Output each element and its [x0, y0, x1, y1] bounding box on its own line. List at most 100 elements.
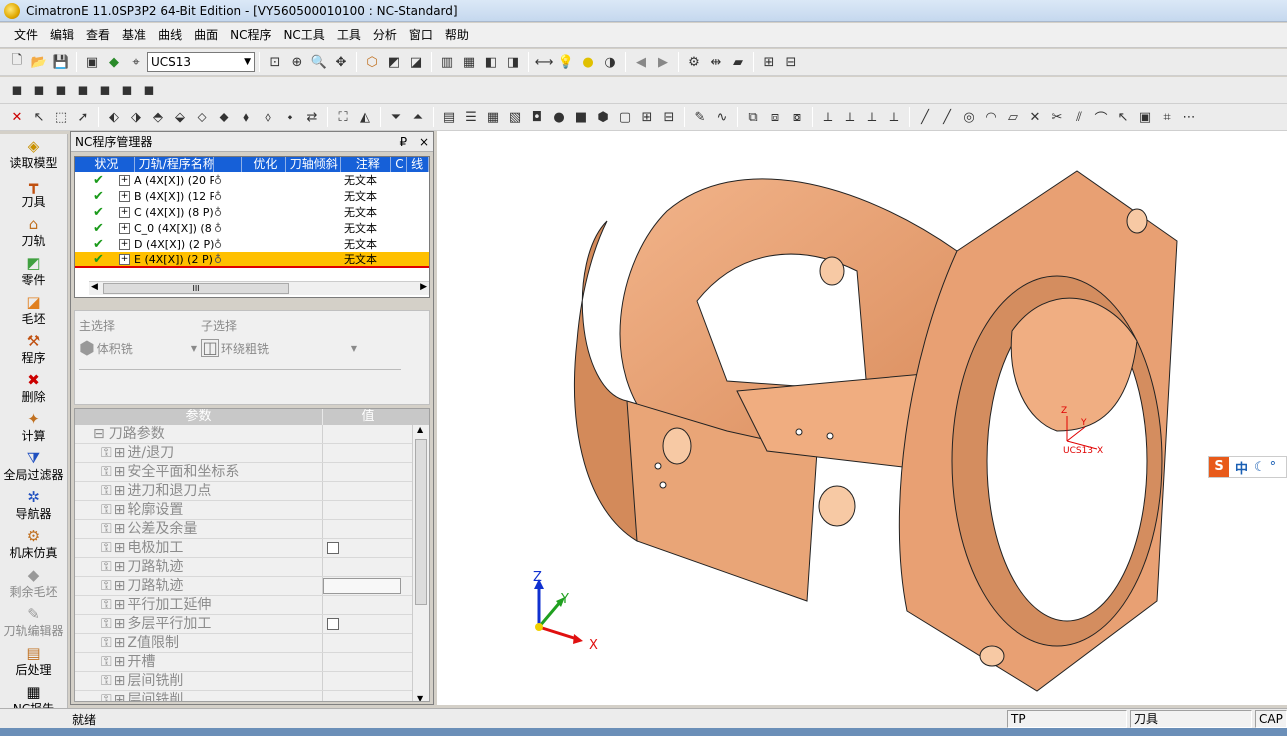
expand-icon[interactable]: +	[119, 253, 130, 265]
more-icon[interactable]: ⋯	[1179, 107, 1199, 127]
dimension-icon[interactable]: ⇹	[706, 52, 726, 72]
cube-right-icon[interactable]: ◼	[73, 80, 93, 100]
zoom-fit-icon[interactable]: ⊡	[265, 52, 285, 72]
cross-icon[interactable]: ✕	[1025, 107, 1045, 127]
expand-icon[interactable]: ⊞	[114, 635, 126, 651]
menu-analysis[interactable]: 分析	[367, 24, 403, 46]
grid-icon[interactable]: ⊞	[637, 107, 657, 127]
expand-icon[interactable]: +	[119, 206, 130, 218]
left-tool-toolpath-editor[interactable]: ✎ 刀轨编辑器	[0, 602, 67, 641]
param-row[interactable]: ⚿ ⊞ 安全平面和坐标系	[75, 463, 429, 482]
left-tool-part[interactable]: ◩ 零件	[0, 251, 67, 290]
point-icon[interactable]: ↖	[1113, 107, 1133, 127]
expand-icon[interactable]: +	[119, 174, 130, 186]
arrow-right-icon[interactable]: ▶	[653, 52, 673, 72]
select-mode-icon[interactable]: ⛶	[333, 107, 353, 127]
cube-front-icon[interactable]: ◼	[7, 80, 27, 100]
col-line[interactable]: 线	[407, 157, 429, 172]
filter-10-icon[interactable]: ⇄	[302, 107, 322, 127]
sketch-icon[interactable]: ✎	[690, 107, 710, 127]
cursor-icon[interactable]: ↖	[29, 107, 49, 127]
filter-7-icon[interactable]: ⬧	[236, 107, 256, 127]
fillet-icon[interactable]: ⌒	[1091, 107, 1111, 127]
filter-8-icon[interactable]: ⬨	[258, 107, 278, 127]
moon-icon[interactable]: ☾	[1254, 460, 1266, 475]
expand-icon[interactable]: ⊞	[114, 445, 126, 461]
xyz-icon[interactable]: ⌗	[1157, 107, 1177, 127]
col-optimize[interactable]: 优化	[242, 157, 286, 172]
param-row[interactable]: ⚿ ⊞ 开槽	[75, 653, 429, 672]
axis-4-icon[interactable]: ⟂	[884, 107, 904, 127]
menu-window[interactable]: 窗口	[403, 24, 439, 46]
menu-nc-tools[interactable]: NC工具	[277, 24, 330, 46]
filter-4-icon[interactable]: ⬙	[170, 107, 190, 127]
display-filter-icon[interactable]: ▦	[459, 52, 479, 72]
punctuation-icon[interactable]: °	[1270, 460, 1277, 475]
left-tool-machine-sim[interactable]: ⚙ 机床仿真	[0, 524, 67, 563]
box-icon[interactable]: ■	[571, 107, 591, 127]
delete-red-icon[interactable]: ✕	[7, 107, 27, 127]
expand-icon[interactable]: ⊞	[114, 578, 126, 594]
scroll-up-icon[interactable]: ▲	[417, 425, 423, 434]
select-mode-2-icon[interactable]: ◭	[355, 107, 375, 127]
scroll-thumb[interactable]	[415, 439, 427, 605]
expand-icon[interactable]: +	[119, 190, 130, 202]
filter-3-icon[interactable]: ⬘	[148, 107, 168, 127]
color-icon[interactable]: ◑	[600, 52, 620, 72]
expand-icon[interactable]: ⊞	[114, 692, 126, 701]
collapse-icon[interactable]: ⊟	[93, 426, 105, 442]
left-tool-calculate[interactable]: ✦ 计算	[0, 407, 67, 446]
property-icon[interactable]: ⊟	[781, 52, 801, 72]
param-row[interactable]: ⚿ ⊞ 电极加工	[75, 539, 429, 558]
left-tool-navigator[interactable]: ✲ 导航器	[0, 485, 67, 524]
select-box-icon[interactable]: ⬚	[51, 107, 71, 127]
blank-icon[interactable]: ◨	[503, 52, 523, 72]
pick-icon[interactable]: ➚	[73, 107, 93, 127]
left-tool-remaining-stock[interactable]: ◆ 剩余毛坯	[0, 563, 67, 602]
pan-icon[interactable]: ✥	[331, 52, 351, 72]
param-row[interactable]: ⚿ ⊞ 平行加工延伸	[75, 596, 429, 615]
axis-1-icon[interactable]: ⟂	[818, 107, 838, 127]
menu-curve[interactable]: 曲线	[152, 24, 188, 46]
surface-3-icon[interactable]: ⧇	[787, 107, 807, 127]
menu-tools[interactable]: 工具	[331, 24, 367, 46]
menu-nc-program[interactable]: NC程序	[224, 24, 277, 46]
filter-9-icon[interactable]: ⬩	[280, 107, 300, 127]
rect-icon[interactable]: ▱	[1003, 107, 1023, 127]
left-tool-load-model[interactable]: ◈ 读取模型	[0, 134, 67, 173]
expand-icon[interactable]: ⊞	[114, 521, 126, 537]
circle-icon[interactable]: ◎	[959, 107, 979, 127]
measure-icon[interactable]: ⟷	[534, 52, 554, 72]
report-icon[interactable]: ▤	[439, 107, 459, 127]
col-status[interactable]: 状况	[75, 157, 135, 172]
grid-2-icon[interactable]: ⊟	[659, 107, 679, 127]
box-2-icon[interactable]: ▢	[615, 107, 635, 127]
open-file-icon[interactable]: 📂	[29, 52, 49, 72]
main-select-dropdown[interactable]: ⬢ 体积铣 ▼	[79, 337, 197, 359]
view-iso-icon[interactable]: ⬡	[362, 52, 382, 72]
funnel-2-icon[interactable]: ⏶	[408, 107, 428, 127]
bulb-icon[interactable]: 💡	[556, 52, 576, 72]
left-tool-program[interactable]: ⚒ 程序	[0, 329, 67, 368]
col-tilt[interactable]: 刀轴倾斜	[286, 157, 342, 172]
cube-left-icon[interactable]: ◼	[51, 80, 71, 100]
surface-1-icon[interactable]: ⧉	[743, 107, 763, 127]
ime-mode[interactable]: 中	[1235, 458, 1248, 477]
expand-icon[interactable]: ⊞	[114, 616, 126, 632]
expand-icon[interactable]: ⊞	[114, 464, 126, 480]
shading-icon[interactable]: ◩	[384, 52, 404, 72]
ime-toolbar[interactable]: S 中 ☾ °	[1208, 456, 1287, 478]
tree-view-icon[interactable]: ⊞	[759, 52, 779, 72]
scroll-left-icon[interactable]: ◀	[91, 282, 98, 292]
expand-icon[interactable]: ⊞	[114, 673, 126, 689]
render-mode-icon[interactable]: ◪	[406, 52, 426, 72]
param-group-row[interactable]: ⊟ 刀路参数	[75, 425, 429, 444]
col-name[interactable]: 刀轨/程序名称	[135, 157, 215, 172]
left-tool-stock[interactable]: ◪ 毛坯	[0, 290, 67, 329]
zoom-icon[interactable]: 🔍	[309, 52, 329, 72]
cube-top-icon[interactable]: ◼	[95, 80, 115, 100]
col-comment[interactable]: 注释	[341, 157, 392, 172]
scroll-down-icon[interactable]: ▼	[417, 694, 423, 701]
param-row[interactable]: ⚿ ⊞ 多层平行加工	[75, 615, 429, 634]
bulb-yellow-icon[interactable]: ●	[578, 52, 598, 72]
